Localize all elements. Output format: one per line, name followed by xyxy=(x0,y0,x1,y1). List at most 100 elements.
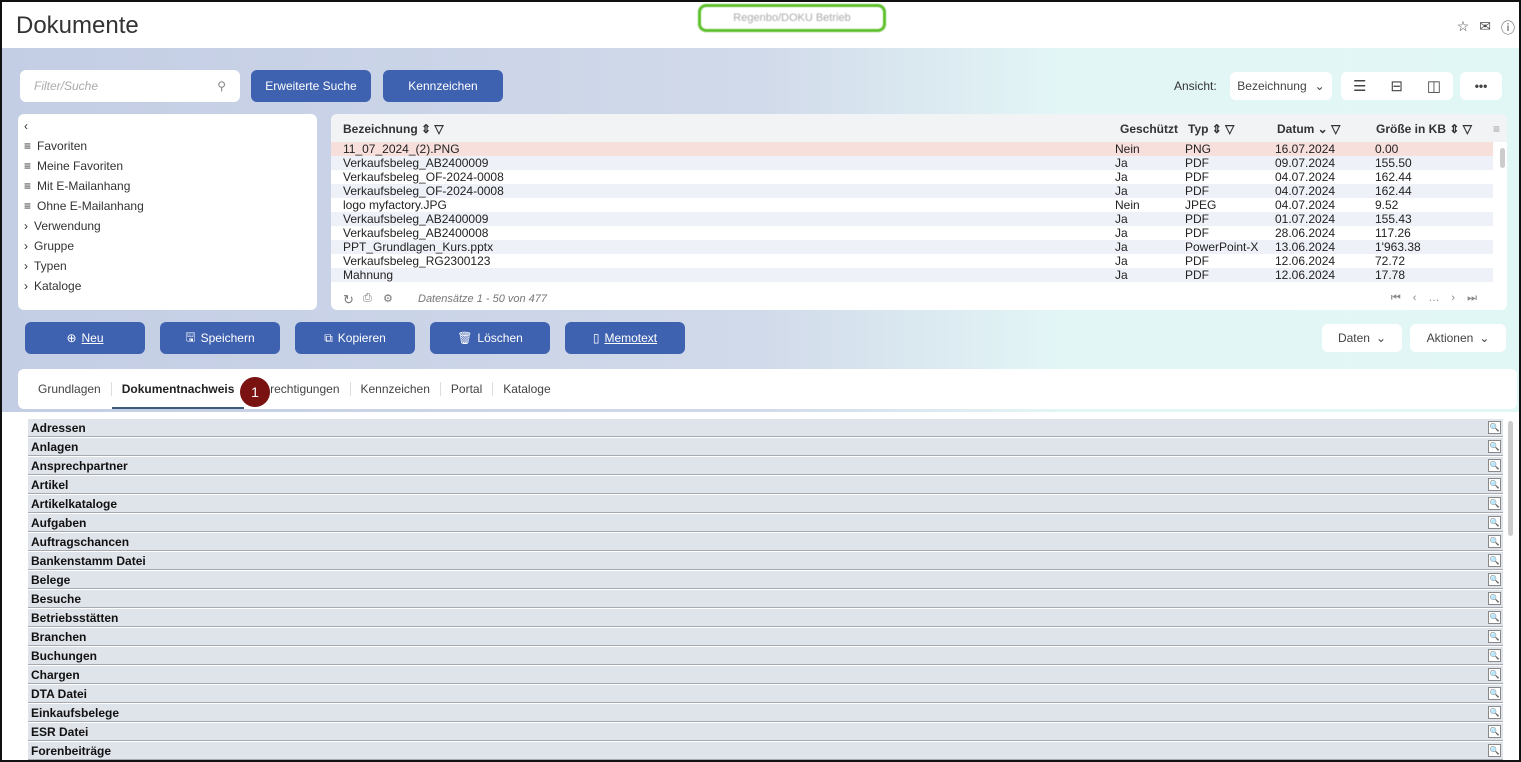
copy-button[interactable]: ⧉ Kopieren xyxy=(295,322,415,354)
search-icon[interactable]: 🔍 xyxy=(1488,668,1501,681)
table-cell: Ja xyxy=(1115,254,1128,268)
table-row[interactable]: Mahnung Ja PDF 12.06.2024 17.78 xyxy=(331,268,1493,282)
search-icon[interactable]: 🔍 xyxy=(1488,459,1501,472)
tree-item[interactable]: ≡ Ohne E-Mailanhang xyxy=(24,196,311,216)
search-icon[interactable]: 🔍 xyxy=(1488,440,1501,453)
table-row[interactable]: logo myfactory.JPG Nein JPEG 04.07.2024 9.52 xyxy=(331,198,1493,212)
grid-footer: ↻ ⎙ ⚙ Datensätze 1 - 50 von 477 ⏮‹…›⏭ xyxy=(331,288,1507,310)
pagination[interactable]: ⏮‹…›⏭ xyxy=(1391,292,1489,305)
table-row[interactable]: Verkaufsbeleg_AB2400008 Ja PDF 28.06.2024 11… xyxy=(331,226,1493,240)
tab-kennzeichen[interactable]: Kennzeichen xyxy=(351,382,441,396)
memo-button[interactable]: ▯ Memotext xyxy=(565,322,685,354)
mail-icon[interactable]: ✉ xyxy=(1479,18,1491,38)
search-icon[interactable]: 🔍 xyxy=(1488,573,1501,586)
more-button[interactable]: ••• xyxy=(1460,72,1502,100)
table-cell: 09.07.2024 xyxy=(1275,156,1336,170)
tree-item[interactable]: ≡ Mit E-Mailanhang xyxy=(24,176,311,196)
grid-header: Bezeichnung ⇕ ▽ Geschützt Typ ⇕ ▽ Datum … xyxy=(331,114,1507,142)
tab-grundlagen[interactable]: Grundlagen xyxy=(28,382,112,396)
search-icon[interactable]: 🔍 xyxy=(1488,497,1501,510)
search-icon[interactable]: 🔍 xyxy=(1488,725,1501,738)
table-cell: 162.44 xyxy=(1375,170,1412,184)
search-icon[interactable]: 🔍 xyxy=(1488,687,1501,700)
tab-dokumentnachweis[interactable]: Dokumentnachweis xyxy=(111,382,246,409)
help-icon[interactable]: ⓘ xyxy=(1501,18,1515,38)
search-icon[interactable]: 🔍 xyxy=(1488,478,1501,491)
print-icon[interactable]: ⎙ xyxy=(363,292,372,305)
flags-button[interactable]: Kennzeichen xyxy=(383,70,503,102)
column-header[interactable]: Datum ⌄ ▽ xyxy=(1277,122,1340,136)
horizontal-split-icon[interactable]: ⊟ xyxy=(1390,77,1403,95)
chevron-right-icon: › xyxy=(24,239,28,253)
list-item: Besuche 🔍 xyxy=(28,590,1503,608)
search-icon[interactable]: 🔍 xyxy=(1488,630,1501,643)
list-item: Forenbeiträge 🔍 xyxy=(28,742,1503,760)
table-cell: 162.44 xyxy=(1375,184,1412,198)
actions-menu-button[interactable]: Aktionen ⌄ xyxy=(1410,324,1506,352)
search-icon[interactable]: 🔍 xyxy=(1488,611,1501,624)
advanced-search-button[interactable]: Erweiterte Suche xyxy=(251,70,371,102)
table-cell: PDF xyxy=(1185,226,1209,240)
list-view-icon[interactable]: ☰ xyxy=(1353,77,1366,95)
search-icon[interactable]: 🔍 xyxy=(1488,592,1501,605)
tree-item[interactable]: ≡ Meine Favoriten xyxy=(24,156,311,176)
column-header[interactable]: Geschützt xyxy=(1120,122,1178,136)
column-menu-icon[interactable]: ≡ xyxy=(1493,122,1500,136)
table-cell: 04.07.2024 xyxy=(1275,184,1336,198)
column-header[interactable]: Typ ⇕ ▽ xyxy=(1188,122,1234,136)
save-button[interactable]: 🖫 Speichern xyxy=(160,322,280,354)
table-cell: 12.06.2024 xyxy=(1275,268,1336,282)
table-cell: 9.52 xyxy=(1375,198,1399,212)
tree-item[interactable]: › Typen xyxy=(24,256,311,276)
tree-item[interactable]: ≡ Favoriten xyxy=(24,136,311,156)
list-item-label: Einkaufsbelege xyxy=(31,706,120,720)
table-row[interactable]: Verkaufsbeleg_RG2300123 Ja PDF 12.06.2024 72… xyxy=(331,254,1493,268)
table-cell: 13.06.2024 xyxy=(1275,240,1336,254)
table-row[interactable]: Verkaufsbeleg_OF-2024-0008 Ja PDF 04.07.202… xyxy=(331,184,1493,198)
column-header[interactable]: Größe in KB ⇕ ▽ xyxy=(1376,122,1472,136)
list-item-label: Bankenstamm Datei xyxy=(31,554,146,568)
search-icon: ⚲ xyxy=(217,79,226,93)
vertical-split-icon[interactable]: ◫ xyxy=(1427,77,1441,95)
table-cell: 01.07.2024 xyxy=(1275,212,1336,226)
table-cell: Verkaufsbeleg_AB2400009 xyxy=(343,156,489,170)
table-cell: PowerPoint-X xyxy=(1185,240,1259,254)
grid-scrollbar[interactable] xyxy=(1500,148,1505,168)
table-row[interactable]: PPT_Grundlagen_Kurs.pptx Ja PowerPoint-X 13… xyxy=(331,240,1493,254)
table-cell: 72.72 xyxy=(1375,254,1406,268)
tree-item[interactable]: › Verwendung xyxy=(24,216,311,236)
search-icon[interactable]: 🔍 xyxy=(1488,706,1501,719)
tab-portal[interactable]: Portal xyxy=(441,382,494,396)
collapse-icon[interactable]: ‹ xyxy=(24,116,311,136)
table-row[interactable]: Verkaufsbeleg_AB2400009 Ja PDF 01.07.2024 15… xyxy=(331,212,1493,226)
document-usage-list: Adressen 🔍 Anlagen 🔍 Ansprechpartner 🔍 Artikel… xyxy=(18,417,1517,760)
view-select[interactable]: Bezeichnung ⌄ xyxy=(1230,72,1332,100)
refresh-icon[interactable]: ↻ xyxy=(343,292,354,308)
search-icon[interactable]: 🔍 xyxy=(1488,649,1501,662)
search-icon[interactable]: 🔍 xyxy=(1488,421,1501,434)
column-header[interactable]: Bezeichnung ⇕ ▽ xyxy=(343,122,444,136)
tree-item[interactable]: › Gruppe xyxy=(24,236,311,256)
tab-kataloge[interactable]: Kataloge xyxy=(493,382,560,396)
table-cell: 16.07.2024 xyxy=(1275,142,1336,156)
search-icon[interactable]: 🔍 xyxy=(1488,744,1501,757)
new-button[interactable]: ⊕ Neu xyxy=(25,322,145,354)
star-icon[interactable]: ☆ xyxy=(1457,18,1470,38)
table-cell: Nein xyxy=(1115,198,1140,212)
table-cell: Verkaufsbeleg_OF-2024-0008 xyxy=(343,184,504,198)
table-row[interactable]: 11_07_2024_(2).PNG Nein PNG 16.07.2024 0.00 xyxy=(331,142,1493,156)
list-item-label: Forenbeiträge xyxy=(31,744,112,758)
search-input[interactable]: Filter/Suche ⚲ xyxy=(20,70,240,102)
delete-button[interactable]: 🗑 Löschen xyxy=(430,322,550,354)
search-icon[interactable]: 🔍 xyxy=(1488,516,1501,529)
tree-item[interactable]: › Kataloge xyxy=(24,276,311,296)
search-icon[interactable]: 🔍 xyxy=(1488,554,1501,567)
list-item: Anlagen 🔍 xyxy=(28,438,1503,456)
table-cell: 04.07.2024 xyxy=(1275,170,1336,184)
search-icon[interactable]: 🔍 xyxy=(1488,535,1501,548)
data-menu-button[interactable]: Daten ⌄ xyxy=(1322,324,1402,352)
list-scrollbar[interactable] xyxy=(1508,421,1513,536)
table-row[interactable]: Verkaufsbeleg_AB2400009 Ja PDF 09.07.2024 15… xyxy=(331,156,1493,170)
settings-icon[interactable]: ⚙ xyxy=(383,292,393,305)
table-row[interactable]: Verkaufsbeleg_OF-2024-0008 Ja PDF 04.07.202… xyxy=(331,170,1493,184)
